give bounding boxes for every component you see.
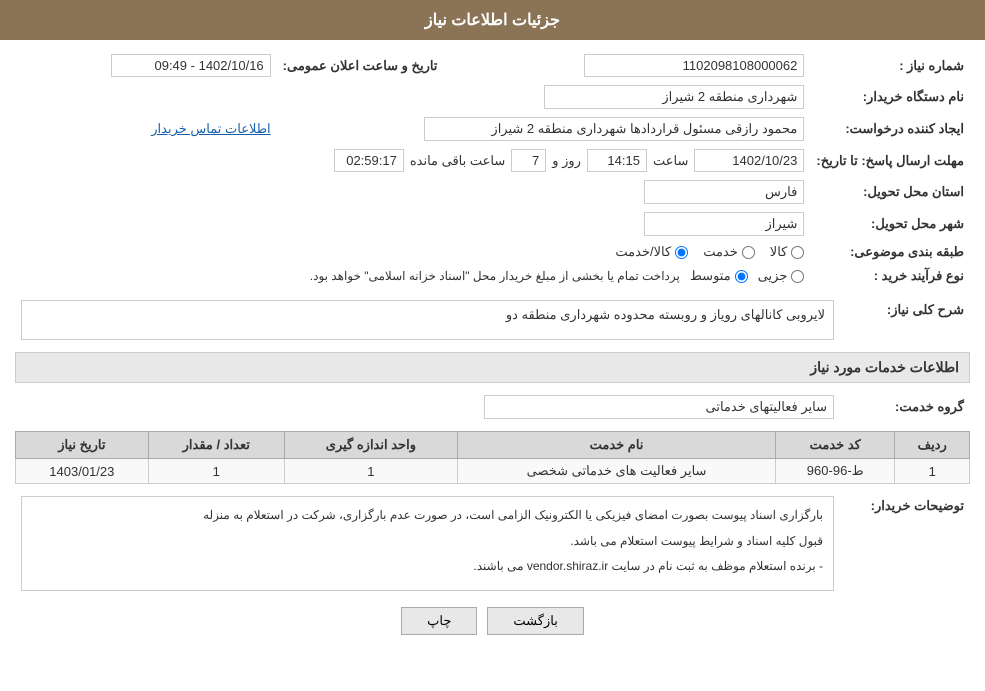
page-title: جزئیات اطلاعات نیاز <box>425 12 560 29</box>
roz-value: 7 <box>511 149 546 172</box>
cell-radif: 1 <box>895 459 970 484</box>
mohlat-date-value: 1402/10/23 <box>694 149 804 172</box>
col-radif: ردیف <box>895 432 970 459</box>
radio-jozii-label: جزیی <box>758 268 805 284</box>
cell-nam: سایر فعالیت های خدماتی شخصی <box>457 459 775 484</box>
radio-motevaset[interactable] <box>735 270 748 283</box>
mohlat-label: مهلت ارسال پاسخ: تا تاریخ: <box>810 145 970 176</box>
name-dastgah-cell: شهرداری منطقه 2 شیراز <box>15 81 810 113</box>
gorouh-value: سایر فعالیتهای خدماتی <box>484 395 834 419</box>
ijad-label: ایجاد کننده درخواست: <box>810 113 970 145</box>
tawzih-line: قبول کلیه اسناد و شرایط پیوست استعلام می… <box>32 531 823 553</box>
sharh-cell: لایروبی کانالهای رویاز و روبسته محدوده ش… <box>15 296 840 344</box>
sharh-label: شرح کلی نیاز: <box>840 296 970 344</box>
gorouh-cell: سایر فعالیتهای خدماتی <box>15 391 840 423</box>
ostan-value: فارس <box>644 180 804 204</box>
tawzih-content: بارگزاری اسناد پیوست بصورت امضای فیزیکی … <box>21 496 834 591</box>
name-dastgah-value: شهرداری منطقه 2 شیراز <box>544 85 804 109</box>
tawzih-table: توضیحات خریدار: بارگزاری اسناد پیوست بصو… <box>15 492 970 595</box>
radio-khedmat-text: خدمت <box>703 244 738 260</box>
tarikh-aalan-value: 1402/10/16 - 09:49 <box>111 54 271 77</box>
tawzih-line: - برنده استعلام موظف به ثبت نام در سایت … <box>32 556 823 578</box>
radio-kala-khedmat[interactable] <box>675 246 688 259</box>
cell-tarikh: 1403/01/23 <box>16 459 149 484</box>
col-tarikh: تاریخ نیاز <box>16 432 149 459</box>
main-info-table: شماره نیاز : 1102098108000062 تاریخ و سا… <box>15 50 970 288</box>
services-section-title: اطلاعات خدمات مورد نیاز <box>15 352 970 383</box>
services-data-table: ردیف کد خدمت نام خدمت واحد اندازه گیری ت… <box>15 431 970 484</box>
radio-jozii[interactable] <box>791 270 804 283</box>
radio-kala[interactable] <box>791 246 804 259</box>
radio-kala-khedmat-text: کالا/خدمت <box>615 244 671 260</box>
baqi-value: 02:59:17 <box>334 149 404 172</box>
gorouh-label: گروه خدمت: <box>840 391 970 423</box>
shomara-niaz-cell: 1102098108000062 <box>457 50 810 81</box>
shahr-label: شهر محل تحویل: <box>810 208 970 240</box>
tabaqa-cell: کالا خدمت کالا/خدمت <box>15 240 810 264</box>
radio-kala-label: کالا <box>770 244 805 260</box>
roz-label: روز و <box>552 153 581 169</box>
col-tedad: تعداد / مقدار <box>148 432 284 459</box>
name-dastgah-label: نام دستگاه خریدار: <box>810 81 970 113</box>
page-header: جزئیات اطلاعات نیاز <box>0 0 985 40</box>
ostan-cell: فارس <box>15 176 810 208</box>
shahr-cell: شیراز <box>15 208 810 240</box>
ettelaat-tamas-cell: اطلاعات تماس خریدار <box>15 113 277 145</box>
radio-motevaset-text: متوسط <box>690 268 731 284</box>
shomara-niaz-value: 1102098108000062 <box>584 54 804 77</box>
radio-khedmat[interactable] <box>742 246 755 259</box>
radio-kala-text: کالا <box>770 244 788 260</box>
sharh-table: شرح کلی نیاز: لایروبی کانالهای رویاز و ر… <box>15 296 970 344</box>
saat-label: ساعت <box>653 153 688 169</box>
tawzih-line: بارگزاری اسناد پیوست بصورت امضای فیزیکی … <box>32 505 823 527</box>
back-button[interactable]: بازگشت <box>487 607 583 635</box>
table-row: 1ط-96-960سایر فعالیت های خدماتی شخصی1114… <box>16 459 970 484</box>
saat-value: 14:15 <box>587 149 647 172</box>
tarikh-aalan-cell: 1402/10/16 - 09:49 <box>15 50 277 81</box>
noue-farayand-label: نوع فرآیند خرید : <box>810 264 970 288</box>
shomara-niaz-label: شماره نیاز : <box>810 50 970 81</box>
radio-jozii-text: جزیی <box>758 268 788 284</box>
print-button[interactable]: چاپ <box>401 607 477 635</box>
mohlat-cell: 1402/10/23 ساعت 14:15 روز و 7 ساعت باقی … <box>15 145 810 176</box>
tarikh-aalan-label: تاریخ و ساعت اعلان عمومی: <box>277 50 458 81</box>
baqi-label: ساعت باقی مانده <box>410 153 505 169</box>
col-vahed: واحد اندازه گیری <box>284 432 457 459</box>
radio-motevaset-label: متوسط <box>690 268 748 284</box>
tawzih-cell: بارگزاری اسناد پیوست بصورت امضای فیزیکی … <box>15 492 840 595</box>
gorouh-table: گروه خدمت: سایر فعالیتهای خدماتی <box>15 391 970 423</box>
buttons-row: بازگشت چاپ <box>15 607 970 635</box>
tabaqa-label: طبقه بندی موضوعی: <box>810 240 970 264</box>
sharh-value: لایروبی کانالهای رویاز و روبسته محدوده ش… <box>21 300 834 340</box>
cell-kod: ط-96-960 <box>776 459 895 484</box>
col-nam: نام خدمت <box>457 432 775 459</box>
shahr-value: شیراز <box>644 212 804 236</box>
purchase-note: پرداخت تمام یا بخشی از مبلغ خریدار محل "… <box>310 269 680 283</box>
cell-tedad: 1 <box>148 459 284 484</box>
ijad-cell: محمود رازقی مسئول قراردادها شهرداری منطق… <box>277 113 811 145</box>
cell-vahed: 1 <box>284 459 457 484</box>
col-kod: کد خدمت <box>776 432 895 459</box>
radio-khedmat-label: خدمت <box>703 244 755 260</box>
radio-kala-khedmat-label: کالا/خدمت <box>615 244 688 260</box>
ostan-label: استان محل تحویل: <box>810 176 970 208</box>
ijad-value: محمود رازقی مسئول قراردادها شهرداری منطق… <box>424 117 804 141</box>
ettelaat-tamas-link[interactable]: اطلاعات تماس خریدار <box>151 121 270 136</box>
noue-farayand-cell: جزیی متوسط پرداخت تمام یا بخشی از مبلغ خ… <box>15 264 810 288</box>
tawzih-label: توضیحات خریدار: <box>840 492 970 595</box>
